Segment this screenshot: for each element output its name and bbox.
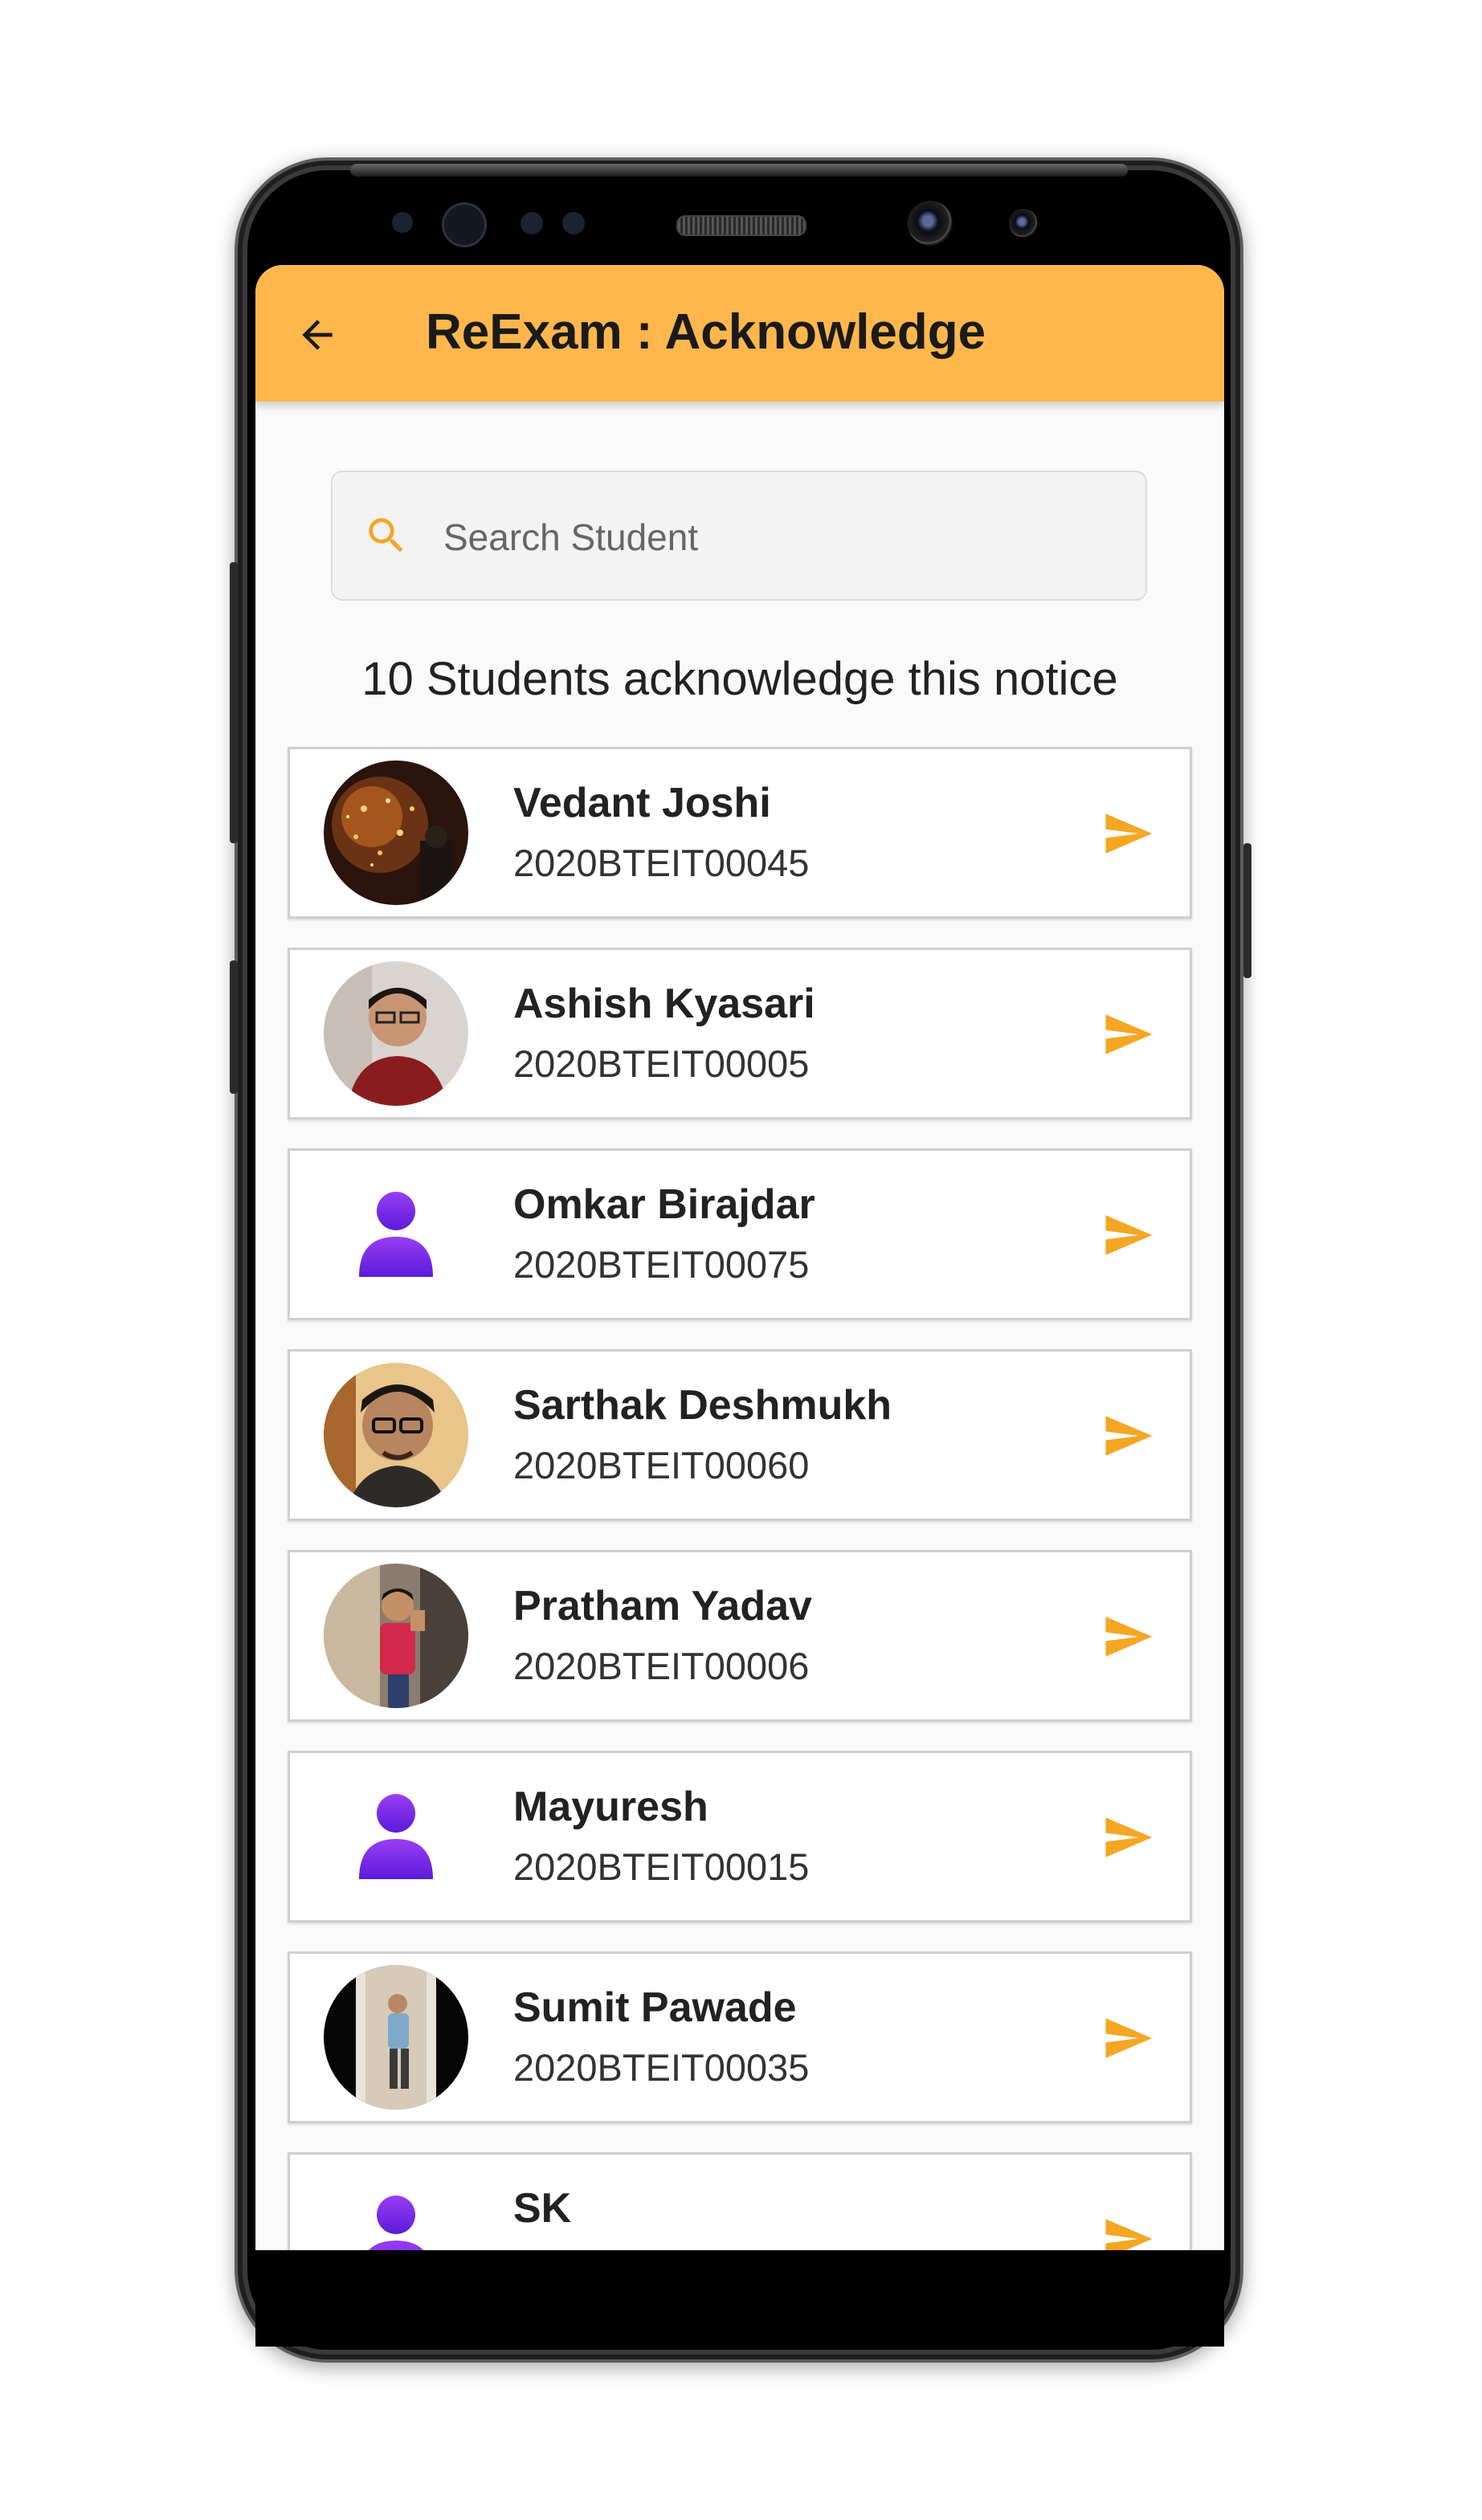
send-icon[interactable] xyxy=(1098,2012,1157,2065)
earpiece-speaker xyxy=(676,215,806,236)
student-name: Vedant Joshi xyxy=(513,780,771,826)
student-card[interactable]: Mayuresh 2020BTEIT00015 xyxy=(288,1751,1192,1923)
student-roll: 2020BTEIT00035 xyxy=(513,2046,810,2089)
student-name: Ashish Kyasari xyxy=(513,981,815,1027)
student-name: Pratham Yadav xyxy=(513,1583,812,1629)
search-icon xyxy=(369,518,403,553)
student-card[interactable]: Pratham Yadav 2020BTEIT00006 xyxy=(288,1550,1192,1722)
send-icon[interactable] xyxy=(1098,1811,1157,1864)
student-roll: 2020BTEIT00045 xyxy=(513,842,810,884)
student-name: Sarthak Deshmukh xyxy=(513,1382,892,1429)
acknowledge-count: 10 Students acknowledge this notice xyxy=(361,653,1118,705)
student-name: Omkar Birajdar xyxy=(513,1181,815,1228)
sensor-dot xyxy=(442,202,487,247)
student-roll: 2020BTEIT00015 xyxy=(513,1845,810,1888)
student-roll: 2020BTEIT00006 xyxy=(513,1645,810,1687)
arrow-left-icon xyxy=(302,320,333,350)
default-user-icon xyxy=(324,2166,468,2250)
student-name: SK xyxy=(513,2185,572,2232)
student-avatar xyxy=(324,1965,468,2110)
app-screen: ReExam : Acknowledge 10 Students acknowl… xyxy=(255,265,1224,2250)
student-roll: 2020BTEIT00075 xyxy=(513,1243,810,1286)
send-icon[interactable] xyxy=(1098,1209,1157,1262)
student-list: Vedant Joshi 2020BTEIT00045 Ashish Kyasa xyxy=(288,747,1192,2250)
sensor-dot xyxy=(562,212,585,234)
student-roll: 2020BTEIT00005 xyxy=(513,1042,810,1085)
sensor-dot xyxy=(521,212,543,234)
default-user-icon xyxy=(324,1764,468,1909)
student-avatar xyxy=(324,961,468,1106)
send-icon[interactable] xyxy=(1098,1610,1157,1663)
back-button[interactable] xyxy=(289,307,345,363)
student-name: Sumit Pawade xyxy=(513,1984,797,2031)
send-icon[interactable] xyxy=(1098,1409,1157,1462)
default-user-icon xyxy=(324,1162,468,1307)
student-card[interactable]: Ashish Kyasari 2020BTEIT00005 xyxy=(288,948,1192,1119)
student-roll: 2020BTEIT00060 xyxy=(513,1444,810,1486)
sensor-dot xyxy=(392,212,413,233)
iris-scanner xyxy=(1009,209,1038,238)
send-icon[interactable] xyxy=(1098,807,1157,860)
send-icon[interactable] xyxy=(1098,2212,1157,2250)
phone-top-edge xyxy=(350,164,1128,177)
power-button xyxy=(1243,843,1251,978)
search-box[interactable] xyxy=(331,471,1147,601)
phone-bottom-bezel xyxy=(255,2250,1224,2347)
app-bar: ReExam : Acknowledge xyxy=(255,265,1224,402)
search-input[interactable] xyxy=(442,504,1120,570)
student-card[interactable]: Sarthak Deshmukh 2020BTEIT00060 xyxy=(288,1349,1192,1521)
student-card[interactable]: Sumit Pawade 2020BTEIT00035 xyxy=(288,1951,1192,2123)
student-avatar xyxy=(324,1363,468,1507)
student-name: Mayuresh xyxy=(513,1784,708,1830)
send-icon[interactable] xyxy=(1098,1008,1157,1061)
student-card[interactable]: SK xyxy=(288,2152,1192,2250)
student-card[interactable]: Omkar Birajdar 2020BTEIT00075 xyxy=(288,1148,1192,1320)
page-title: ReExam : Acknowledge xyxy=(426,304,986,360)
bixby-button xyxy=(230,960,238,1094)
student-avatar xyxy=(324,760,468,905)
volume-button xyxy=(230,562,238,843)
student-card[interactable]: Vedant Joshi 2020BTEIT00045 xyxy=(288,747,1192,919)
front-camera xyxy=(908,201,953,246)
student-avatar xyxy=(324,1564,468,1708)
